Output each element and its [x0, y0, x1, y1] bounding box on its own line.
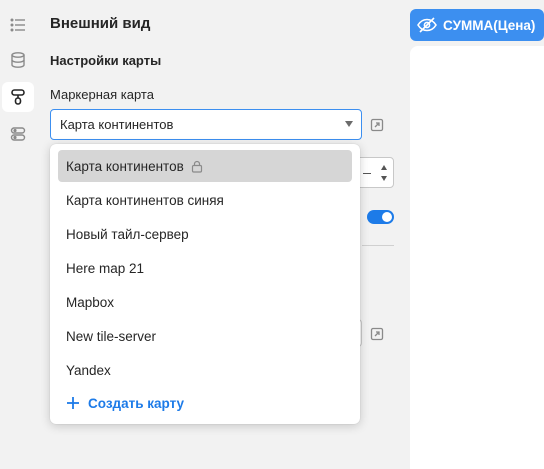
option-label: Yandex — [66, 362, 111, 378]
sidebar-item-layers[interactable] — [2, 119, 34, 149]
option-label: Mapbox — [66, 294, 115, 310]
lock-icon — [191, 160, 203, 173]
field-pill-sum-price[interactable]: СУММА(Цена) — [410, 9, 544, 41]
field-label-marker-map: Маркерная карта — [50, 87, 154, 102]
option-label: Here map 21 — [66, 260, 145, 276]
settings-toggle[interactable] — [367, 210, 394, 224]
map-style-icon — [11, 89, 25, 105]
dropdown-option[interactable]: Карта континентов — [58, 150, 352, 182]
layers-icon — [10, 127, 26, 141]
sidebar-item-data[interactable] — [2, 45, 34, 75]
sidebar-item-list[interactable] — [2, 10, 34, 40]
dropdown-option[interactable]: Mapbox — [58, 286, 352, 318]
dropdown-option[interactable]: Yandex — [58, 354, 352, 386]
stepper-down-icon[interactable] — [381, 176, 387, 181]
divider — [362, 245, 394, 246]
marker-map-select[interactable]: Карта континентов — [50, 109, 362, 140]
list-icon — [10, 18, 25, 32]
panel-title: Внешний вид — [50, 15, 151, 32]
dropdown-option[interactable]: New tile-server — [58, 320, 352, 352]
preview-area — [410, 46, 544, 469]
stepper-up-icon[interactable] — [381, 165, 387, 170]
eye-off-icon[interactable] — [416, 16, 438, 34]
sidebar — [0, 0, 36, 469]
minus-icon — [363, 173, 371, 174]
external-link-icon — [370, 327, 384, 341]
create-map-label: Создать карту — [88, 395, 185, 411]
section-title: Настройки карты — [50, 53, 162, 68]
map-dropdown-menu: Карта континентов Карта континентов синя… — [50, 144, 360, 424]
dropdown-option[interactable]: Новый тайл-сервер — [58, 218, 352, 250]
dropdown-option[interactable]: Карта континентов синяя — [58, 184, 352, 216]
option-label: Карта континентов — [66, 158, 184, 174]
external-link-icon — [370, 118, 384, 132]
dropdown-option[interactable]: Here map 21 — [58, 252, 352, 284]
option-label: New tile-server — [66, 328, 157, 344]
option-label: Новый тайл-сервер — [66, 226, 189, 242]
select-value: Карта континентов — [60, 117, 174, 132]
toggle-knob — [382, 212, 392, 222]
create-map-button[interactable]: Создать карту — [66, 393, 184, 413]
caret-down-icon — [345, 121, 353, 127]
open-map-settings-button[interactable] — [370, 118, 384, 132]
plus-icon — [66, 396, 80, 410]
open-secondary-settings-button[interactable] — [370, 327, 384, 341]
field-pill-label: СУММА(Цена) — [443, 17, 536, 33]
option-label: Карта континентов синяя — [66, 192, 224, 208]
sidebar-item-appearance[interactable] — [2, 82, 34, 112]
database-icon — [11, 52, 25, 68]
